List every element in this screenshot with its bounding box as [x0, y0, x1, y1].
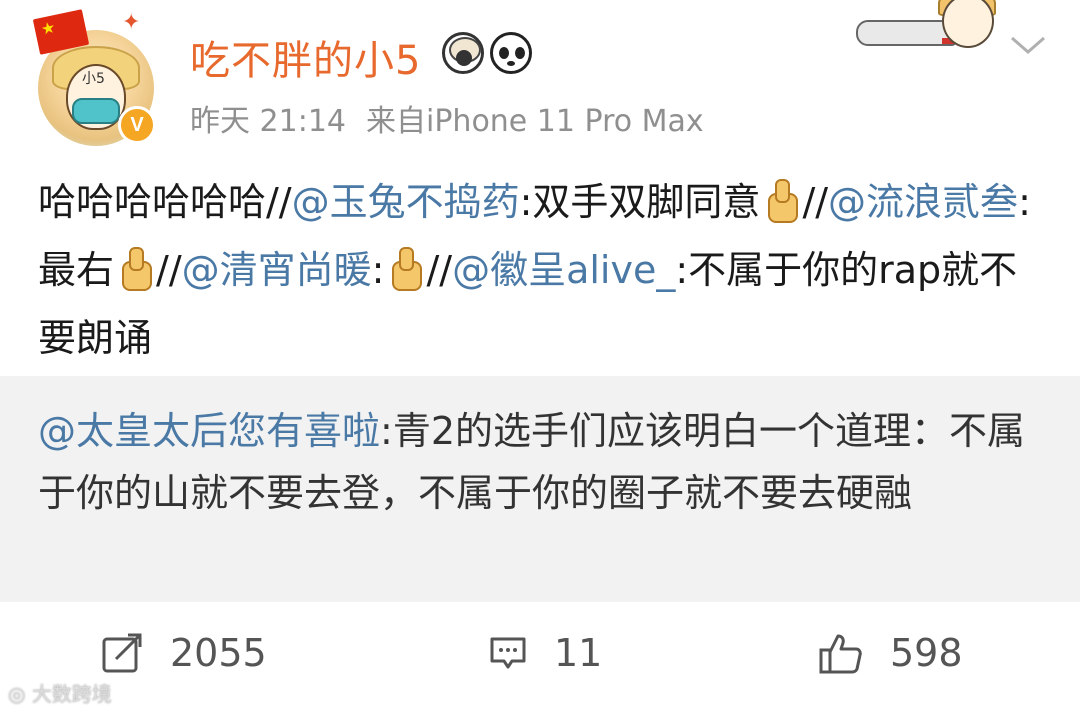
- like-button[interactable]: 598: [818, 626, 963, 680]
- comment-icon: [490, 637, 526, 669]
- sheep-badge-icon[interactable]: [442, 32, 484, 74]
- chevron-down-icon[interactable]: [1008, 30, 1048, 60]
- thumbs-up-emoji: [118, 247, 153, 291]
- watermark: ◎ 大数跨境: [8, 682, 112, 706]
- thumbs-up-emoji: [764, 179, 799, 223]
- post-time: 昨天 21:14: [190, 104, 346, 139]
- comment-count: 11: [554, 631, 603, 675]
- repost-count: 2055: [170, 631, 267, 675]
- repost-icon: [102, 633, 142, 673]
- post-meta: 昨天 21:14 来自iPhone 11 Pro Max: [190, 96, 724, 140]
- avatar-mask: [72, 98, 120, 124]
- panda-badge-icon[interactable]: [490, 32, 532, 74]
- cartoon-body: [856, 20, 956, 46]
- verified-badge: V: [118, 106, 156, 144]
- avatar[interactable]: 小5 ★ ✦ V: [32, 9, 160, 146]
- mention-link[interactable]: @玉兔不捣药: [292, 180, 520, 224]
- post-header: 小5 ★ ✦ V 吃不胖的小5 昨天 21:14 来自iPhone 11 Pro …: [0, 0, 1080, 160]
- quoted-post[interactable]: @太皇太后您有喜啦:青2的选手们应该明白一个道理：不属于你的山就不要去登，不属于…: [0, 376, 1080, 602]
- post-text-segment: //: [802, 180, 829, 224]
- like-count: 598: [890, 631, 963, 675]
- comment-button[interactable]: 11: [488, 626, 602, 680]
- action-bar: 2055 11 598: [0, 602, 1080, 714]
- repost-button[interactable]: 2055: [100, 626, 267, 680]
- quoted-text: @太皇太后您有喜啦:青2的选手们应该明白一个道理：不属于你的山就不要去登，不属于…: [38, 400, 1048, 524]
- username[interactable]: 吃不胖的小5: [190, 28, 421, 86]
- post-text-segment: :双手双脚同意: [519, 180, 761, 224]
- post-text-segment: //: [156, 248, 182, 292]
- cartoon-head: [942, 0, 994, 48]
- post-text-segment: :: [371, 248, 385, 292]
- post-text: 哈哈哈哈哈哈//@玉兔不捣药:双手双脚同意//@流浪贰叁:最右//@清宵尚暖: /…: [38, 168, 1048, 372]
- watermark-text: 大数跨境: [31, 682, 112, 706]
- thumbs-up-emoji: [388, 247, 423, 291]
- post-text-segment: 哈哈哈哈哈哈//: [38, 180, 292, 224]
- like-icon: [819, 634, 862, 674]
- card-decoration: [846, 0, 996, 56]
- avatar-tag: 小5: [82, 71, 105, 87]
- mention-link[interactable]: @清宵尚暖: [182, 248, 372, 292]
- mention-link[interactable]: @流浪贰叁: [828, 180, 1018, 224]
- quoted-author-mention[interactable]: @太皇太后您有喜啦: [38, 409, 380, 453]
- post-text-segment: //: [426, 248, 453, 292]
- post-source: 来自iPhone 11 Pro Max: [366, 104, 704, 139]
- mention-link[interactable]: @徽呈alive_: [452, 248, 675, 292]
- bird-icon: ✦: [122, 10, 141, 35]
